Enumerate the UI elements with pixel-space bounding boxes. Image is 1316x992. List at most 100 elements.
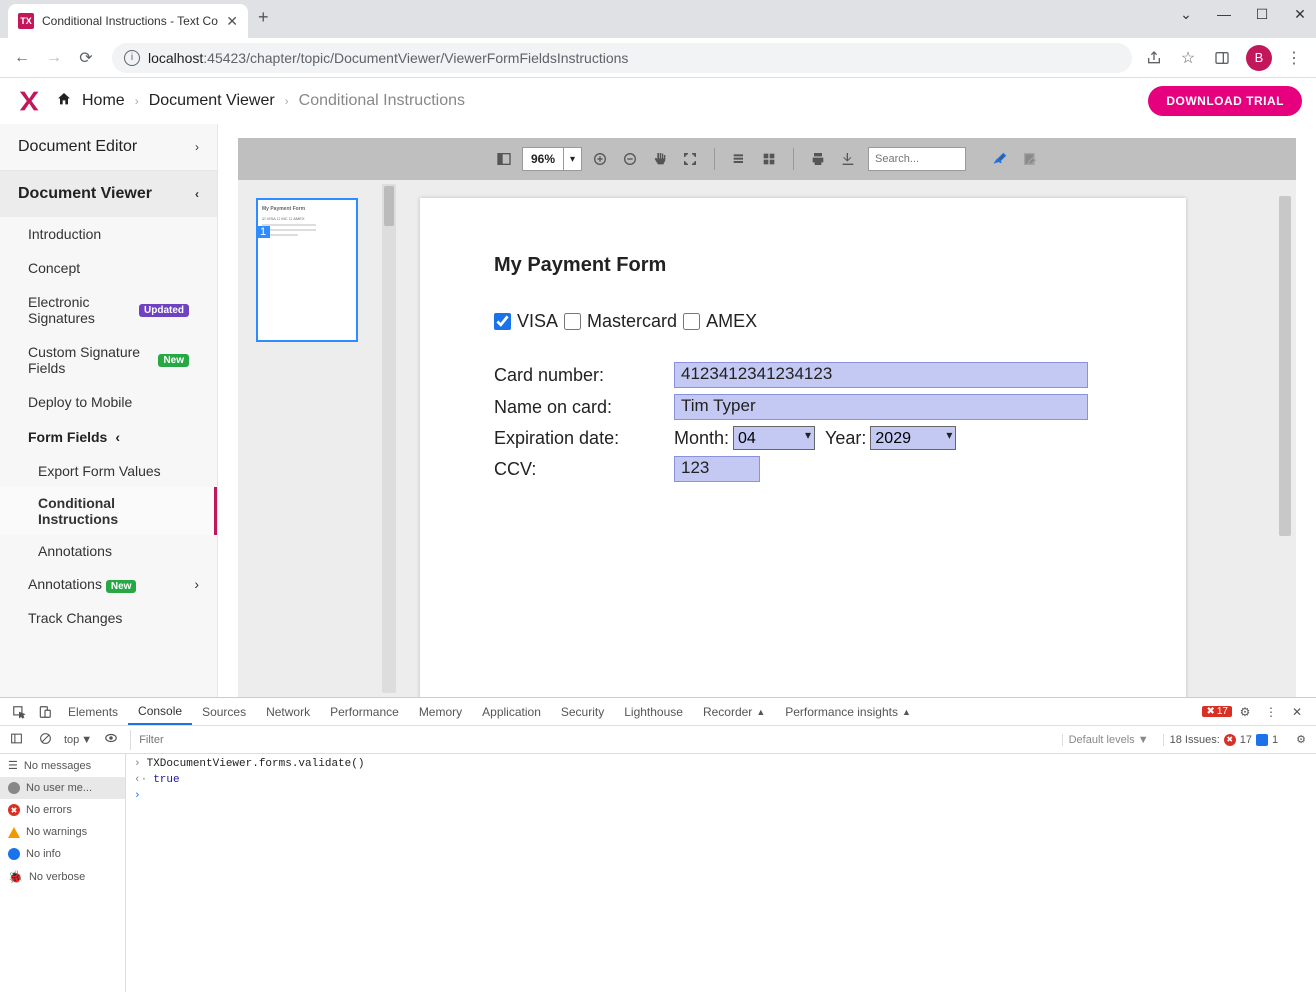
filter-no-user-messages[interactable]: No user me... <box>0 777 125 799</box>
console-settings-icon[interactable]: ⚙ <box>1292 733 1310 746</box>
single-page-icon[interactable] <box>727 147 751 171</box>
tab-console[interactable]: Console <box>128 698 192 725</box>
browser-tab[interactable]: TX Conditional Instructions - Text Co ✕ <box>8 4 248 38</box>
context-selector[interactable]: top ▼ <box>64 734 92 746</box>
site-info-icon[interactable]: i <box>124 50 140 66</box>
tab-lighthouse[interactable]: Lighthouse <box>614 698 693 725</box>
sidebar-item-introduction[interactable]: Introduction <box>0 217 217 251</box>
issues-indicator[interactable]: 18 Issues: ✖17 1 <box>1163 734 1285 746</box>
sidebar-item-custom-signature-fields[interactable]: Custom Signature Fields New <box>0 335 217 385</box>
grid-view-icon[interactable] <box>757 147 781 171</box>
forward-button[interactable]: → <box>40 44 68 72</box>
month-label: Month: <box>674 428 729 449</box>
new-tab-button[interactable]: + <box>258 7 269 28</box>
console-output[interactable]: ›TXDocumentViewer.forms.validate() ‹·tru… <box>126 754 1316 992</box>
card-number-field[interactable]: 4123412341234123 <box>674 362 1088 388</box>
profile-avatar[interactable]: B <box>1246 45 1272 71</box>
thumbnail-scrollbar[interactable] <box>382 184 396 693</box>
filter-no-errors[interactable]: ✖No errors <box>0 799 125 821</box>
sidebar-item-deploy-to-mobile[interactable]: Deploy to Mobile <box>0 385 217 419</box>
chevron-right-icon: › <box>135 94 139 108</box>
download-icon[interactable] <box>836 147 860 171</box>
sidebar-section-document-viewer[interactable]: Document Viewer ‹ <box>0 171 217 217</box>
tab-network[interactable]: Network <box>256 698 320 725</box>
tab-performance-insights[interactable]: Performance insights ▲ <box>775 698 921 725</box>
fullscreen-icon[interactable] <box>678 147 702 171</box>
sidebar-item-export-form-values[interactable]: Export Form Values <box>0 455 217 487</box>
devtools-close-icon[interactable]: ✕ <box>1284 705 1310 719</box>
filter-no-messages[interactable]: ☰No messages <box>0 754 125 777</box>
tab-performance[interactable]: Performance <box>320 698 409 725</box>
zoom-out-icon[interactable] <box>618 147 642 171</box>
window-minimize-icon[interactable]: — <box>1214 6 1234 23</box>
sidebar-item-form-fields[interactable]: Form Fields ‹ <box>0 419 217 455</box>
tab-recorder[interactable]: Recorder ▲ <box>693 698 775 725</box>
app-logo-icon[interactable] <box>14 87 42 115</box>
tab-memory[interactable]: Memory <box>409 698 472 725</box>
zoom-in-icon[interactable] <box>588 147 612 171</box>
edit-form-icon[interactable] <box>1018 147 1042 171</box>
back-button[interactable]: ← <box>8 44 36 72</box>
amex-checkbox[interactable] <box>683 313 700 330</box>
device-toggle-icon[interactable] <box>32 705 58 719</box>
sidebar-item-electronic-signatures[interactable]: Electronic Signatures Updated <box>0 285 217 335</box>
sidebar-item-annotations-sub[interactable]: Annotations <box>0 535 217 567</box>
document-scroll-area[interactable]: My Payment Form VISA Mastercard AMEX Car… <box>398 180 1296 697</box>
search-field[interactable] <box>869 148 965 170</box>
tab-elements[interactable]: Elements <box>58 698 128 725</box>
sign-icon[interactable] <box>988 147 1012 171</box>
filter-no-warnings[interactable]: No warnings <box>0 821 125 843</box>
bookmark-star-icon[interactable]: ☆ <box>1178 48 1198 68</box>
tab-application[interactable]: Application <box>472 698 551 725</box>
console-filter-input[interactable] <box>130 730 1053 750</box>
toggle-sidebar-icon[interactable] <box>492 147 516 171</box>
filter-no-info[interactable]: No info <box>0 843 125 865</box>
reload-button[interactable]: ⟳ <box>72 44 100 72</box>
devtools-settings-icon[interactable]: ⚙ <box>1232 705 1258 719</box>
home-icon[interactable] <box>56 91 72 112</box>
address-bar[interactable]: i localhost:45423/chapter/topic/Document… <box>112 43 1132 73</box>
sidebar-item-conditional-instructions[interactable]: Conditional Instructions <box>0 487 217 535</box>
console-sidebar-toggle-icon[interactable] <box>6 732 27 748</box>
pan-hand-icon[interactable] <box>648 147 672 171</box>
mastercard-checkbox[interactable] <box>564 313 581 330</box>
year-select[interactable]: 2029 <box>870 426 956 450</box>
sidebar-item-annotations[interactable]: Annotations New › <box>0 567 217 601</box>
error-count-badge[interactable]: ✖ 17 <box>1202 706 1232 717</box>
breadcrumb-l1[interactable]: Document Viewer <box>149 92 275 110</box>
month-select[interactable]: 04 <box>733 426 815 450</box>
visa-checkbox[interactable] <box>494 313 511 330</box>
page-thumbnail[interactable]: 1 My Payment Form ☑ VISA ☐ MC ☐ AMEX <box>256 198 358 342</box>
name-on-card-field[interactable]: Tim Typer <box>674 394 1088 420</box>
tab-close-icon[interactable]: ✕ <box>226 13 238 30</box>
search-input[interactable] <box>868 147 966 171</box>
print-icon[interactable] <box>806 147 830 171</box>
chevron-down-icon: ▾ <box>563 148 581 170</box>
side-panel-icon[interactable] <box>1212 48 1232 68</box>
devtools-menu-icon[interactable]: ⋮ <box>1258 705 1284 719</box>
chevron-left-icon: ‹ <box>195 187 199 201</box>
badge-new: New <box>158 354 189 367</box>
window-maximize-icon[interactable]: ☐ <box>1252 6 1272 23</box>
breadcrumb-home[interactable]: Home <box>82 92 125 110</box>
sidebar: Document Editor › Document Viewer ‹ Intr… <box>0 124 218 697</box>
filter-no-verbose[interactable]: 🐞No verbose <box>0 865 125 889</box>
browser-menu-icon[interactable]: ⋮ <box>1286 48 1302 68</box>
sidebar-item-track-changes[interactable]: Track Changes <box>0 601 217 635</box>
tab-security[interactable]: Security <box>551 698 614 725</box>
ccv-field[interactable]: 123 <box>674 456 760 482</box>
download-trial-button[interactable]: DOWNLOAD TRIAL <box>1148 86 1302 116</box>
viewer-toolbar: 96% ▾ <box>238 138 1296 180</box>
sidebar-item-concept[interactable]: Concept <box>0 251 217 285</box>
share-icon[interactable] <box>1144 48 1164 68</box>
clear-console-icon[interactable] <box>35 732 56 748</box>
live-expression-icon[interactable] <box>100 731 122 748</box>
window-dropdown-icon[interactable]: ⌄ <box>1176 6 1196 23</box>
zoom-select[interactable]: 96% ▾ <box>522 147 582 171</box>
window-close-icon[interactable]: ✕ <box>1290 6 1310 23</box>
inspect-element-icon[interactable] <box>6 705 32 719</box>
tab-sources[interactable]: Sources <box>192 698 256 725</box>
document-scrollbar[interactable] <box>1278 184 1292 693</box>
sidebar-section-document-editor[interactable]: Document Editor › <box>0 124 217 170</box>
log-levels-select[interactable]: Default levels ▼ <box>1062 734 1155 746</box>
